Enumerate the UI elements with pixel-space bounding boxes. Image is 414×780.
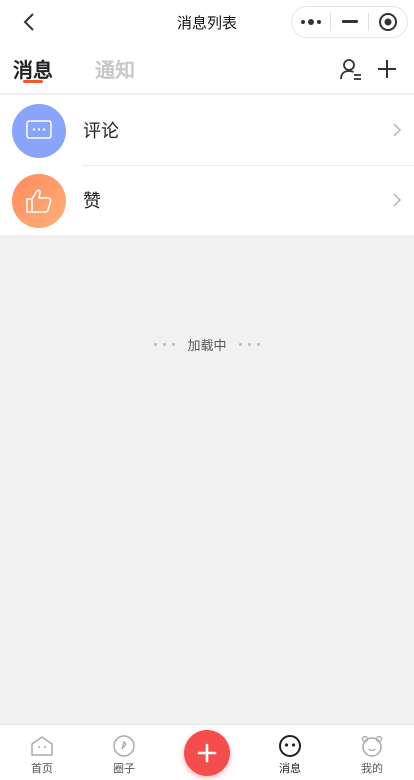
- tabbar-label: 圈子: [113, 762, 135, 775]
- message-face-icon: [279, 735, 301, 757]
- active-tab-indicator: [23, 80, 43, 83]
- like-avatar: [12, 174, 66, 228]
- comment-bubble-icon: [26, 120, 52, 139]
- list-item-label: 评论: [83, 121, 119, 142]
- tabbar-label: 消息: [279, 762, 301, 775]
- create-post-button[interactable]: [184, 730, 230, 776]
- chevron-right-icon: [393, 193, 402, 207]
- minimize-button[interactable]: [331, 7, 369, 37]
- contacts-button[interactable]: [340, 58, 362, 82]
- loading-text: 加载中: [187, 339, 227, 354]
- thumbs-up-icon: [26, 189, 52, 213]
- tabbar-item-circle[interactable]: 圈子: [94, 735, 154, 776]
- target-icon: [379, 13, 398, 31]
- plus-icon: [197, 743, 217, 763]
- comment-avatar: [12, 104, 66, 158]
- tab-notices[interactable]: 通知: [95, 54, 135, 83]
- add-button[interactable]: [376, 58, 398, 80]
- message-category-list: 评论 赞: [0, 95, 414, 235]
- top-navbar: 消息列表: [0, 0, 414, 44]
- tabbar-label: 我的: [361, 762, 383, 775]
- list-item-likes[interactable]: 赞: [0, 165, 414, 235]
- loading-dots-right: [238, 343, 260, 346]
- compass-icon: [113, 735, 135, 757]
- contacts-icon: [340, 59, 361, 80]
- mini-program-capsule: [291, 6, 408, 38]
- list-item-comments[interactable]: 评论: [0, 95, 414, 165]
- profile-face-icon: [361, 735, 383, 757]
- list-item-label: 赞: [83, 191, 101, 212]
- close-miniprogram-button[interactable]: [369, 7, 407, 37]
- tabbar-label: 首页: [31, 762, 53, 775]
- tabbar-item-mine[interactable]: 我的: [342, 735, 402, 776]
- tabs-header: 消息 通知: [0, 44, 414, 94]
- tab-messages[interactable]: 消息: [13, 54, 53, 83]
- more-dots-icon: [300, 19, 321, 25]
- minimize-icon: [341, 20, 358, 23]
- loading-dots-left: [154, 343, 176, 346]
- plus-icon: [378, 60, 396, 78]
- tabbar-item-home[interactable]: 首页: [12, 735, 72, 776]
- more-button[interactable]: [292, 7, 330, 37]
- home-icon: [31, 736, 53, 756]
- loading-indicator: 加载中: [0, 335, 414, 354]
- tabbar-item-messages[interactable]: 消息: [260, 735, 320, 776]
- chevron-right-icon: [393, 123, 402, 137]
